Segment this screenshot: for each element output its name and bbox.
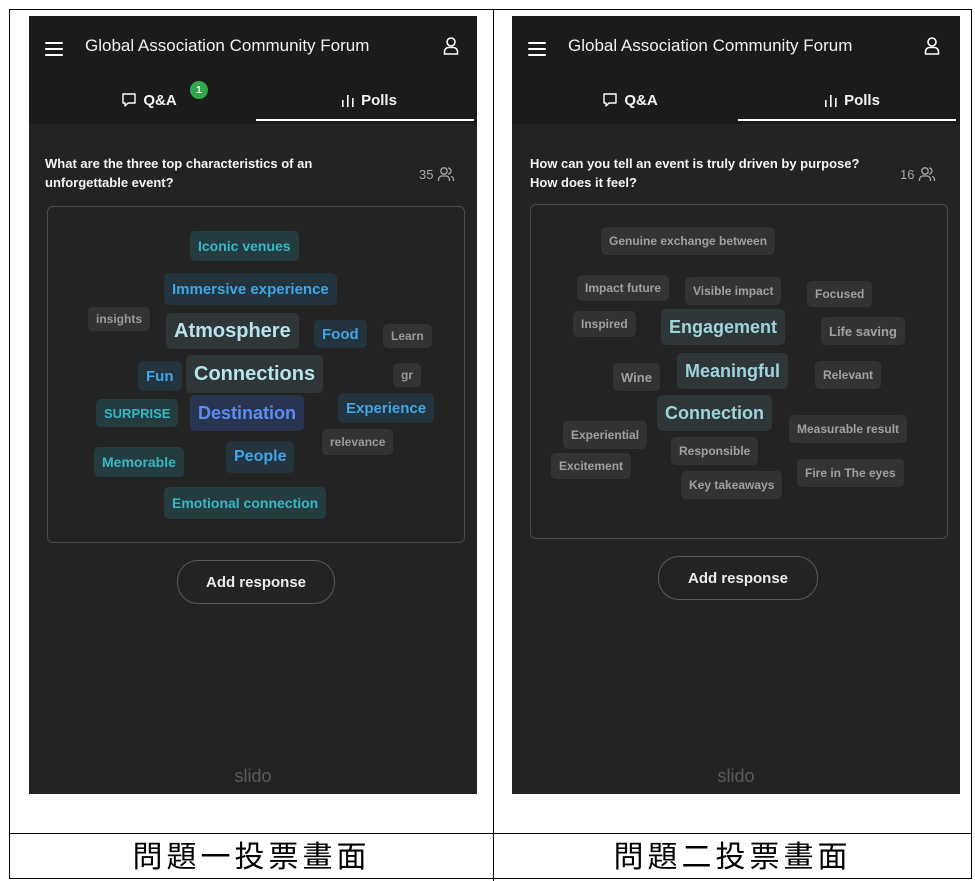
hamburger-menu-icon[interactable] xyxy=(45,42,63,56)
word-cloud-item: Experiential xyxy=(563,421,648,449)
word-cloud-item: Focused xyxy=(807,281,873,307)
phone-screen-1: Global Association Community Forum Q&A 1… xyxy=(29,16,477,794)
tab-qa-label: Q&A xyxy=(624,91,658,109)
word-cloud-item: Experience xyxy=(338,393,435,423)
word-cloud-item: Meaningful xyxy=(677,353,788,389)
participants-icon xyxy=(919,167,936,181)
word-cloud-item: Emotional connection xyxy=(164,487,327,519)
participant-count-value: 16 xyxy=(900,166,915,182)
word-cloud-item: Genuine exchange between xyxy=(601,227,776,255)
word-cloud-item: Measurable result xyxy=(789,415,908,443)
slido-logo: slido xyxy=(234,766,272,786)
word-cloud-item: Atmosphere xyxy=(166,313,299,349)
word-cloud-item: Food xyxy=(314,320,367,348)
word-cloud-item: Excitement xyxy=(551,453,632,479)
active-tab-indicator xyxy=(256,119,474,121)
bar-chart-icon xyxy=(825,95,837,107)
word-cloud-item: Life saving xyxy=(821,317,905,345)
word-cloud-item: SURPRISE xyxy=(96,399,179,427)
slido-logo: slido xyxy=(717,766,755,786)
tab-qa[interactable]: Q&A xyxy=(570,82,690,118)
bar-chart-icon xyxy=(342,95,354,107)
word-cloud-item: insights xyxy=(88,307,151,331)
add-response-button[interactable]: Add response xyxy=(177,560,335,604)
word-cloud-item: Immersive experience xyxy=(164,273,337,305)
app-title: Global Association Community Forum xyxy=(85,36,370,55)
word-cloud-item: Visible impact xyxy=(685,277,782,305)
hamburger-menu-icon[interactable] xyxy=(528,42,546,56)
word-cloud-item: gr xyxy=(393,363,421,387)
word-cloud-item: Inspired xyxy=(573,311,636,337)
caption-question-1: 問題一投票畫面 xyxy=(132,840,371,875)
word-cloud: Genuine exchange between Impact future V… xyxy=(530,204,948,539)
tab-polls[interactable]: Polls xyxy=(309,82,429,118)
participant-count: 16 xyxy=(900,166,936,182)
qa-unread-badge: 1 xyxy=(190,81,208,99)
participant-count-value: 35 xyxy=(419,166,434,182)
word-cloud-item: Impact future xyxy=(577,275,670,301)
tab-qa-label: Q&A xyxy=(143,91,177,109)
word-cloud-item: Connections xyxy=(186,355,324,393)
caption-question-2: 問題二投票畫面 xyxy=(613,840,852,875)
word-cloud-item: Fun xyxy=(138,361,182,391)
word-cloud-item: Responsible xyxy=(671,437,759,465)
app-title: Global Association Community Forum xyxy=(568,36,853,55)
active-tab-indicator xyxy=(738,119,956,121)
word-cloud-item: relevance xyxy=(322,429,394,455)
word-cloud-item: Learn xyxy=(383,324,432,348)
word-cloud-item: People xyxy=(226,441,295,473)
row-divider xyxy=(9,833,972,834)
tab-polls-label: Polls xyxy=(361,91,397,109)
participants-icon xyxy=(438,167,455,181)
tab-polls[interactable]: Polls xyxy=(792,82,912,118)
word-cloud-item: Key takeaways xyxy=(681,471,783,499)
tab-polls-label: Polls xyxy=(844,91,880,109)
poll-question: How can you tell an event is truly drive… xyxy=(530,156,860,190)
chat-bubble-icon xyxy=(603,93,618,107)
word-cloud-item: Connection xyxy=(657,395,772,431)
user-icon[interactable] xyxy=(443,36,459,56)
column-divider xyxy=(493,9,494,881)
word-cloud-item: Destination xyxy=(190,395,305,431)
word-cloud-item: Fire in The eyes xyxy=(797,459,904,487)
add-response-button[interactable]: Add response xyxy=(658,556,818,600)
chat-bubble-icon xyxy=(122,93,137,107)
word-cloud-item: Iconic venues xyxy=(190,231,299,261)
poll-question: What are the three top characteristics o… xyxy=(45,156,313,190)
phone-screen-2: Global Association Community Forum Q&A P… xyxy=(512,16,960,794)
word-cloud-item: Engagement xyxy=(661,309,786,345)
word-cloud-item: Relevant xyxy=(815,361,882,389)
app-header: Global Association Community Forum Q&A P… xyxy=(512,16,960,124)
app-header: Global Association Community Forum Q&A 1… xyxy=(29,16,477,124)
word-cloud-item: Memorable xyxy=(94,447,184,477)
participant-count: 35 xyxy=(419,166,455,182)
user-icon[interactable] xyxy=(924,36,940,56)
word-cloud: Iconic venues Immersive experience insig… xyxy=(47,206,465,543)
word-cloud-item: Wine xyxy=(613,363,660,391)
